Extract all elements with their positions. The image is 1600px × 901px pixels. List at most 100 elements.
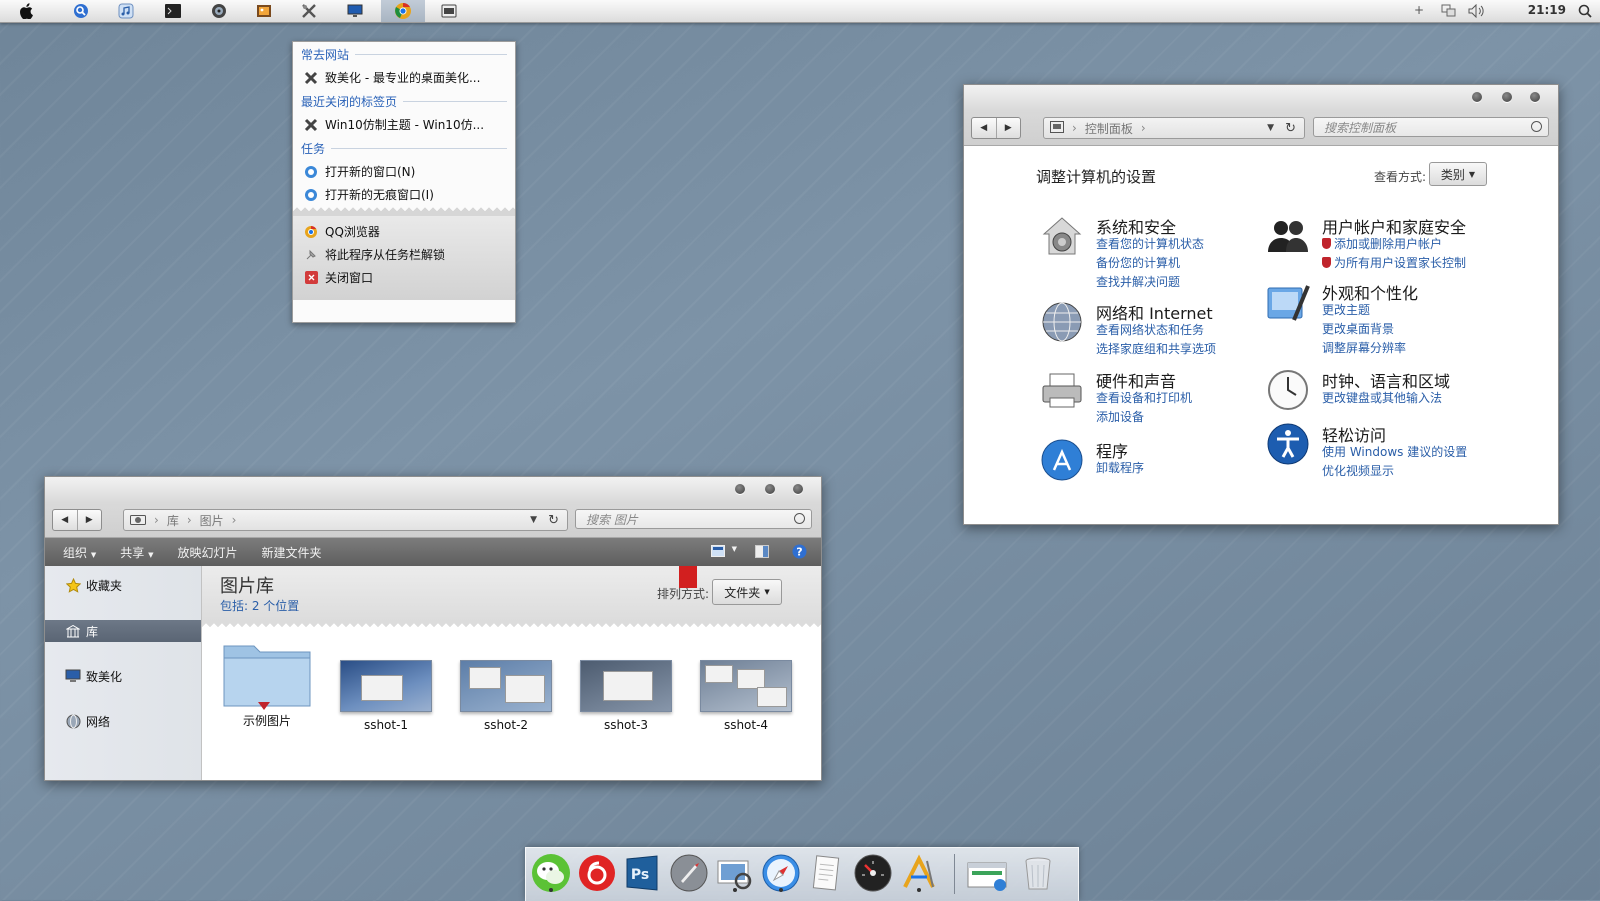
safari-icon[interactable] xyxy=(761,853,801,893)
jumplist-incognito-window[interactable]: 打开新的无痕窗口(I) xyxy=(293,183,515,206)
forward-button[interactable]: ▶ xyxy=(76,510,102,530)
search-icon[interactable] xyxy=(72,2,90,20)
category-link[interactable]: 备份您的计算机 xyxy=(1096,254,1180,271)
image-item[interactable]: sshot-3 xyxy=(579,660,673,732)
apple-icon[interactable] xyxy=(18,2,36,20)
category-link[interactable]: 优化视频显示 xyxy=(1322,462,1394,479)
share-menu[interactable]: 共享 ▼ xyxy=(120,544,153,561)
clock[interactable]: 21:19 xyxy=(1528,3,1566,17)
dropdown-arrow-icon[interactable]: ▼ xyxy=(530,515,537,525)
xcode-icon[interactable] xyxy=(899,853,939,893)
folder-item[interactable]: 示例图片 xyxy=(220,640,314,729)
dashboard-icon[interactable] xyxy=(853,853,893,893)
photoshop-icon[interactable]: Ps xyxy=(623,853,663,893)
category-link[interactable]: 调整屏幕分辨率 xyxy=(1322,339,1406,356)
slideshow-button[interactable]: 放映幻灯片 xyxy=(177,544,237,561)
jumplist-frequent-item[interactable]: 致美化 - 最专业的桌面美化... xyxy=(293,66,515,89)
preview-icon[interactable] xyxy=(715,853,755,893)
arrange-by-dropdown[interactable]: 文件夹 ▼ xyxy=(712,579,782,605)
image-item[interactable]: sshot-1 xyxy=(339,660,433,732)
category-link[interactable]: 添加设备 xyxy=(1096,408,1144,425)
jumplist-new-window[interactable]: 打开新的窗口(N) xyxy=(293,160,515,183)
preview-pane-icon[interactable] xyxy=(755,545,769,561)
running-indicator xyxy=(733,888,737,892)
explorer-window-icon[interactable] xyxy=(966,853,1010,893)
breadcrumb-pictures[interactable]: 图片 xyxy=(200,512,224,529)
category-link[interactable]: 添加或删除用户帐户 xyxy=(1334,235,1442,252)
minimize-button[interactable] xyxy=(1472,92,1482,102)
category-link[interactable]: 使用 Windows 建议的设置 xyxy=(1322,443,1467,460)
sidebar-item-favorites[interactable]: 收藏夹 xyxy=(45,574,201,596)
photo-app-icon[interactable] xyxy=(255,2,273,20)
organize-menu[interactable]: 组织 ▼ xyxy=(63,544,96,561)
close-button[interactable] xyxy=(1530,92,1540,102)
category-link[interactable]: 查看网络状态和任务 xyxy=(1096,321,1204,338)
control-panel-small-icon xyxy=(1050,120,1064,136)
jumplist-app-item[interactable]: QQ浏览器 xyxy=(293,220,515,243)
search-icon[interactable] xyxy=(794,513,805,524)
back-button[interactable]: ◀ xyxy=(972,118,996,138)
image-item[interactable]: sshot-2 xyxy=(459,660,553,732)
refresh-icon[interactable]: ↻ xyxy=(548,513,559,528)
forward-button[interactable]: ▶ xyxy=(995,118,1021,138)
network-status-icon[interactable] xyxy=(1440,2,1458,20)
launchpad-icon[interactable] xyxy=(669,853,709,893)
chevron-down-icon[interactable]: ▼ xyxy=(732,545,737,553)
view-by-dropdown[interactable]: 类别 ▼ xyxy=(1429,162,1487,186)
spotlight-icon[interactable] xyxy=(1576,2,1594,20)
wechat-icon[interactable] xyxy=(531,853,571,893)
textedit-icon[interactable] xyxy=(807,853,847,893)
category-link[interactable]: 更改键盘或其他输入法 xyxy=(1322,389,1442,406)
breadcrumb-control-panel[interactable]: 控制面板 xyxy=(1085,120,1133,137)
itunes-icon[interactable] xyxy=(117,2,135,20)
dropdown-arrow-icon[interactable]: ▼ xyxy=(1267,123,1274,133)
sidebar-item-network[interactable]: 网络 xyxy=(45,710,201,732)
category-link[interactable]: 更改桌面背景 xyxy=(1322,320,1394,337)
address-bar[interactable]: › 控制面板 › ▼ ↻ xyxy=(1043,117,1305,139)
volume-icon[interactable] xyxy=(1468,2,1486,20)
sidebar-item-computer[interactable]: 致美化 xyxy=(45,665,201,687)
category-link[interactable]: 为所有用户设置家长控制 xyxy=(1334,254,1466,271)
jumplist-close-item[interactable]: 关闭窗口 xyxy=(293,266,515,289)
tools-icon[interactable] xyxy=(300,2,318,20)
jumplist-recent-item[interactable]: Win10仿制主题 - Win10仿... xyxy=(293,113,515,136)
title-bar xyxy=(964,85,1558,111)
jumplist-unpin-item[interactable]: 将此程序从任务栏解锁 xyxy=(293,243,515,266)
search-icon[interactable] xyxy=(1531,121,1542,132)
terminal-icon[interactable] xyxy=(164,2,182,20)
disk-icon[interactable] xyxy=(210,2,228,20)
category-link[interactable]: 选择家庭组和共享选项 xyxy=(1096,340,1216,357)
users-icon xyxy=(1266,214,1310,258)
image-thumbnail xyxy=(340,660,432,712)
monitor-icon[interactable] xyxy=(346,2,364,20)
control-panel-icon[interactable] xyxy=(440,2,458,20)
category-link[interactable]: 查看设备和打印机 xyxy=(1096,389,1192,406)
printer-icon xyxy=(1040,368,1084,412)
image-item[interactable]: sshot-4 xyxy=(699,660,793,732)
library-label: 库 xyxy=(86,624,99,639)
chrome-icon[interactable] xyxy=(381,0,425,22)
minimize-button[interactable] xyxy=(735,484,745,494)
new-folder-button[interactable]: 新建文件夹 xyxy=(261,544,321,561)
sidebar-item-library[interactable]: 库 xyxy=(45,620,201,642)
category-link[interactable]: 查找并解决问题 xyxy=(1096,273,1180,290)
search-input[interactable]: 搜索 图片 xyxy=(575,509,812,529)
maximize-button[interactable] xyxy=(1502,92,1512,102)
search-input[interactable]: 搜索控制面板 xyxy=(1313,117,1549,137)
category-link[interactable]: 查看您的计算机状态 xyxy=(1096,235,1204,252)
breadcrumb-library[interactable]: 库 xyxy=(167,512,179,529)
trash-icon[interactable] xyxy=(1018,853,1058,893)
address-bar[interactable]: › 库 › 图片 › ▼ ↻ xyxy=(123,509,568,531)
maximize-button[interactable] xyxy=(765,484,775,494)
category-link[interactable]: 卸载程序 xyxy=(1096,459,1144,476)
refresh-icon[interactable]: ↻ xyxy=(1285,121,1296,136)
close-button[interactable] xyxy=(793,484,803,494)
bluetooth-icon[interactable]: + xyxy=(1414,3,1424,17)
qq-browser-icon xyxy=(303,224,319,240)
help-icon[interactable]: ? xyxy=(792,544,807,562)
view-options-icon[interactable] xyxy=(711,545,725,560)
back-button[interactable]: ◀ xyxy=(53,510,77,530)
breadcrumb-separator: › xyxy=(154,513,159,527)
netease-music-icon[interactable] xyxy=(577,853,617,893)
category-link[interactable]: 更改主题 xyxy=(1322,301,1370,318)
